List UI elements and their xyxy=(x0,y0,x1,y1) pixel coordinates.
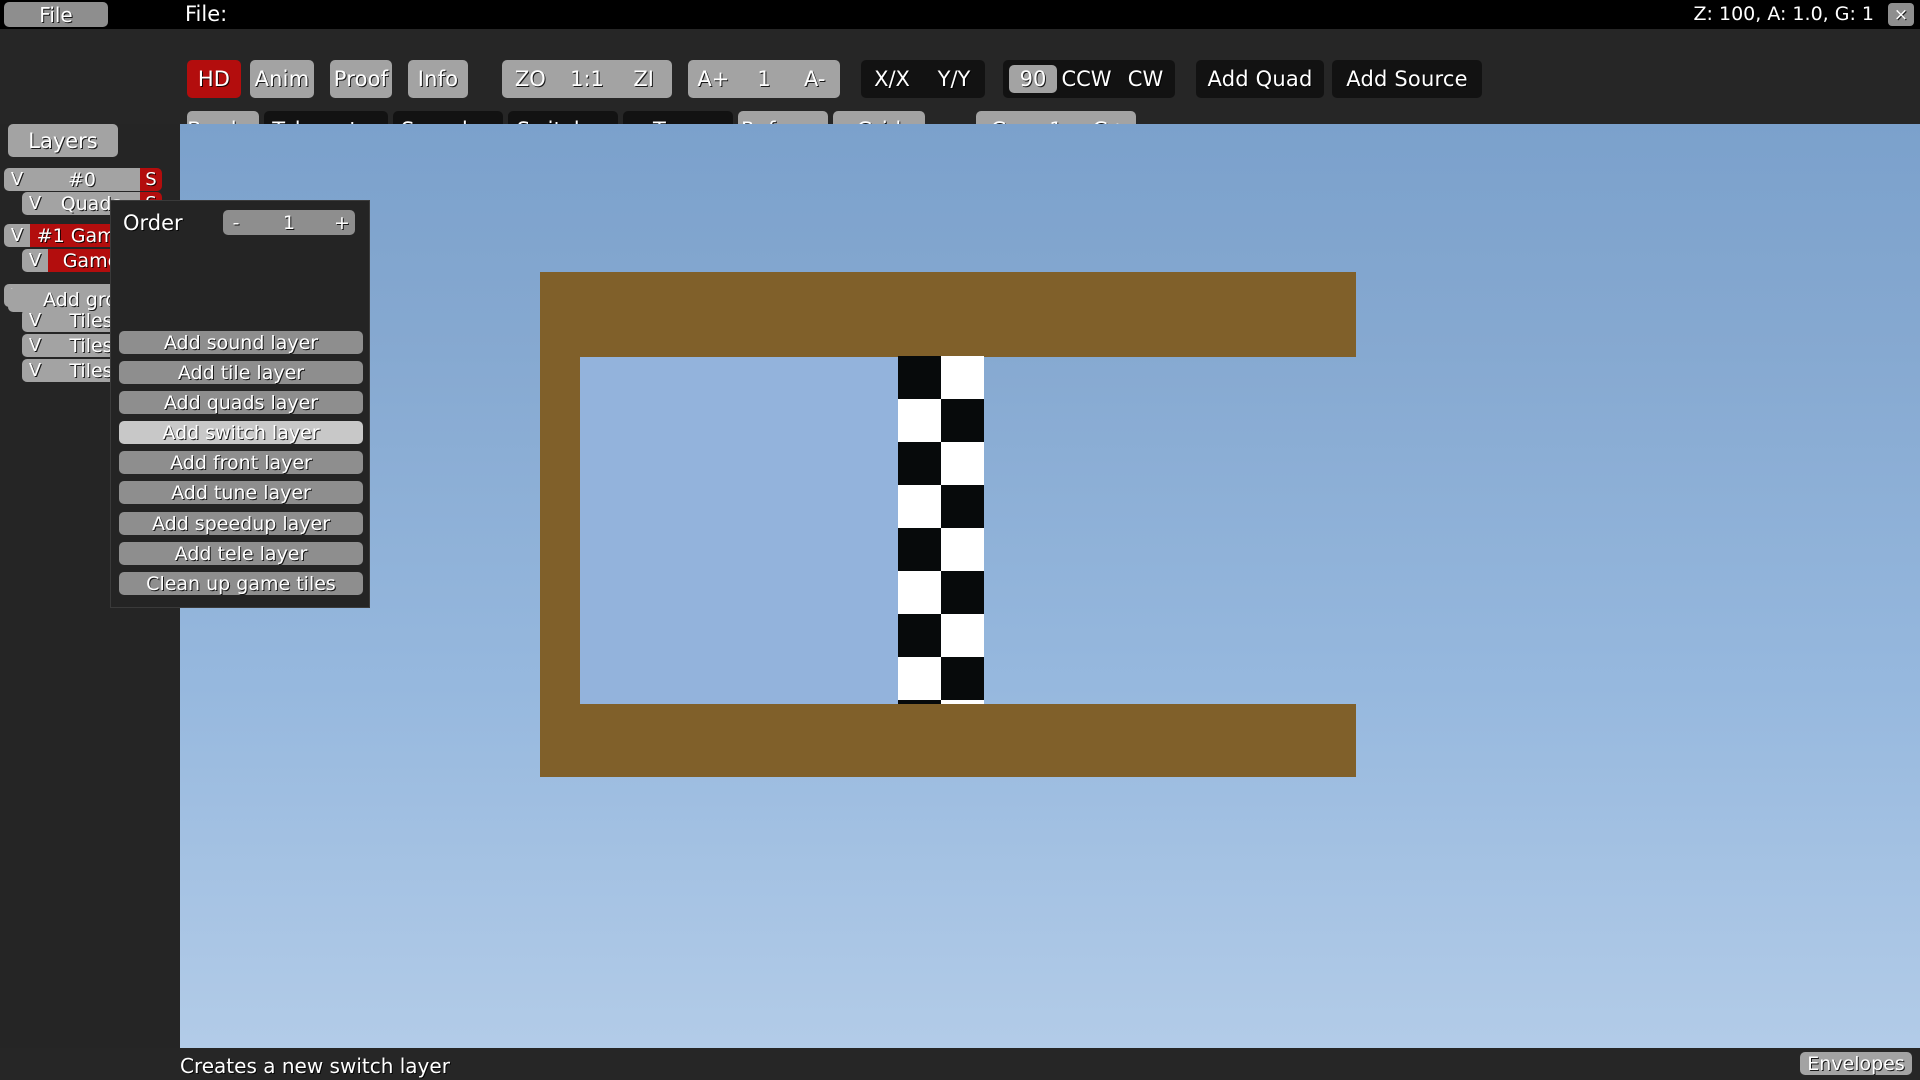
rotate-cw-button[interactable]: CW xyxy=(1116,67,1175,91)
menu-add-front-layer[interactable]: Add front layer xyxy=(119,451,363,474)
flip-y-button[interactable]: Y/Y xyxy=(923,67,985,91)
layer-visibility-toggle[interactable]: V xyxy=(4,224,30,247)
add-source-button[interactable]: Add Source xyxy=(1332,60,1482,98)
layers-panel-header[interactable]: Layers xyxy=(8,124,118,157)
order-increase-button[interactable]: + xyxy=(329,212,355,234)
map-tile-brown-top xyxy=(540,272,1356,357)
order-stepper: - 1 + xyxy=(223,210,355,235)
rotate-angle-value[interactable]: 90 xyxy=(1009,65,1057,93)
add-quad-button[interactable]: Add Quad xyxy=(1196,60,1324,98)
layer-select-button[interactable]: S xyxy=(140,168,162,191)
menu-add-tune-layer[interactable]: Add tune layer xyxy=(119,481,363,504)
order-value[interactable]: 1 xyxy=(249,212,329,234)
toolbar: HD Anim Proof Info ZO 1:1 ZI A+ 1 A- X/X… xyxy=(0,29,1920,124)
current-file-label: File: xyxy=(185,2,227,26)
status-tooltip-text: Creates a new switch layer xyxy=(180,1054,450,1078)
toolbar-anim-button[interactable]: Anim xyxy=(250,60,314,98)
rotate-ccw-button[interactable]: CCW xyxy=(1057,67,1116,91)
animation-speed-group: A+ 1 A- xyxy=(688,60,840,98)
layer-name[interactable]: #0 xyxy=(30,168,140,191)
layer-visibility-toggle[interactable]: V xyxy=(4,168,30,191)
flip-x-button[interactable]: X/X xyxy=(861,67,923,91)
map-tile-brown-bottom xyxy=(540,704,1356,777)
envelopes-button[interactable]: Envelopes xyxy=(1800,1052,1912,1075)
file-menu-button[interactable]: File xyxy=(4,2,108,27)
anim-speed-value[interactable]: 1 xyxy=(739,67,790,91)
menu-add-tele-layer[interactable]: Add tele layer xyxy=(119,542,363,565)
toolbar-info-button[interactable]: Info xyxy=(408,60,468,98)
flip-group: X/X Y/Y xyxy=(861,60,985,98)
menu-add-tile-layer[interactable]: Add tile layer xyxy=(119,361,363,384)
zoom-reset-button[interactable]: 1:1 xyxy=(559,67,616,91)
editor-window: File File: Z: 100, A: 1.0, G: 1 × HD Ani… xyxy=(0,0,1920,1080)
close-icon[interactable]: × xyxy=(1888,3,1914,26)
anim-increase-button[interactable]: A+ xyxy=(688,67,739,91)
layer-visibility-toggle[interactable]: V xyxy=(22,309,48,332)
zoom-group: ZO 1:1 ZI xyxy=(502,60,672,98)
layer-visibility-toggle[interactable]: V xyxy=(22,334,48,357)
toolbar-hd-button[interactable]: HD xyxy=(187,60,241,98)
layer-row-0[interactable]: V #0 S xyxy=(4,168,162,191)
anim-decrease-button[interactable]: A- xyxy=(789,67,840,91)
zoom-in-button[interactable]: ZI xyxy=(615,67,672,91)
order-decrease-button[interactable]: - xyxy=(223,212,249,234)
status-bar: Creates a new switch layer Envelopes xyxy=(0,1048,1920,1080)
layer-visibility-toggle[interactable]: V xyxy=(22,359,48,382)
menu-add-speedup-layer[interactable]: Add speedup layer xyxy=(119,512,363,535)
menu-add-quads-layer[interactable]: Add quads layer xyxy=(119,391,363,414)
zoom-anim-grid-status: Z: 100, A: 1.0, G: 1 xyxy=(1694,3,1874,25)
layer-visibility-toggle[interactable]: V xyxy=(22,249,48,272)
rotate-group: 90 CCW CW xyxy=(1003,60,1175,98)
menu-add-sound-layer[interactable]: Add sound layer xyxy=(119,331,363,354)
layer-visibility-toggle[interactable]: V xyxy=(22,192,48,215)
layer-context-menu: Order - 1 + Add sound layer Add tile lay… xyxy=(110,200,370,608)
toolbar-proof-button[interactable]: Proof xyxy=(330,60,392,98)
map-canvas[interactable] xyxy=(180,124,1920,1056)
menu-clean-up-game-tiles[interactable]: Clean up game tiles xyxy=(119,572,363,595)
map-area-inner xyxy=(580,357,925,704)
zoom-out-button[interactable]: ZO xyxy=(502,67,559,91)
menu-add-switch-layer[interactable]: Add switch layer xyxy=(119,421,363,444)
order-label: Order xyxy=(123,211,183,235)
map-checker-col xyxy=(898,356,984,704)
title-bar: File File: Z: 100, A: 1.0, G: 1 × xyxy=(0,0,1920,29)
